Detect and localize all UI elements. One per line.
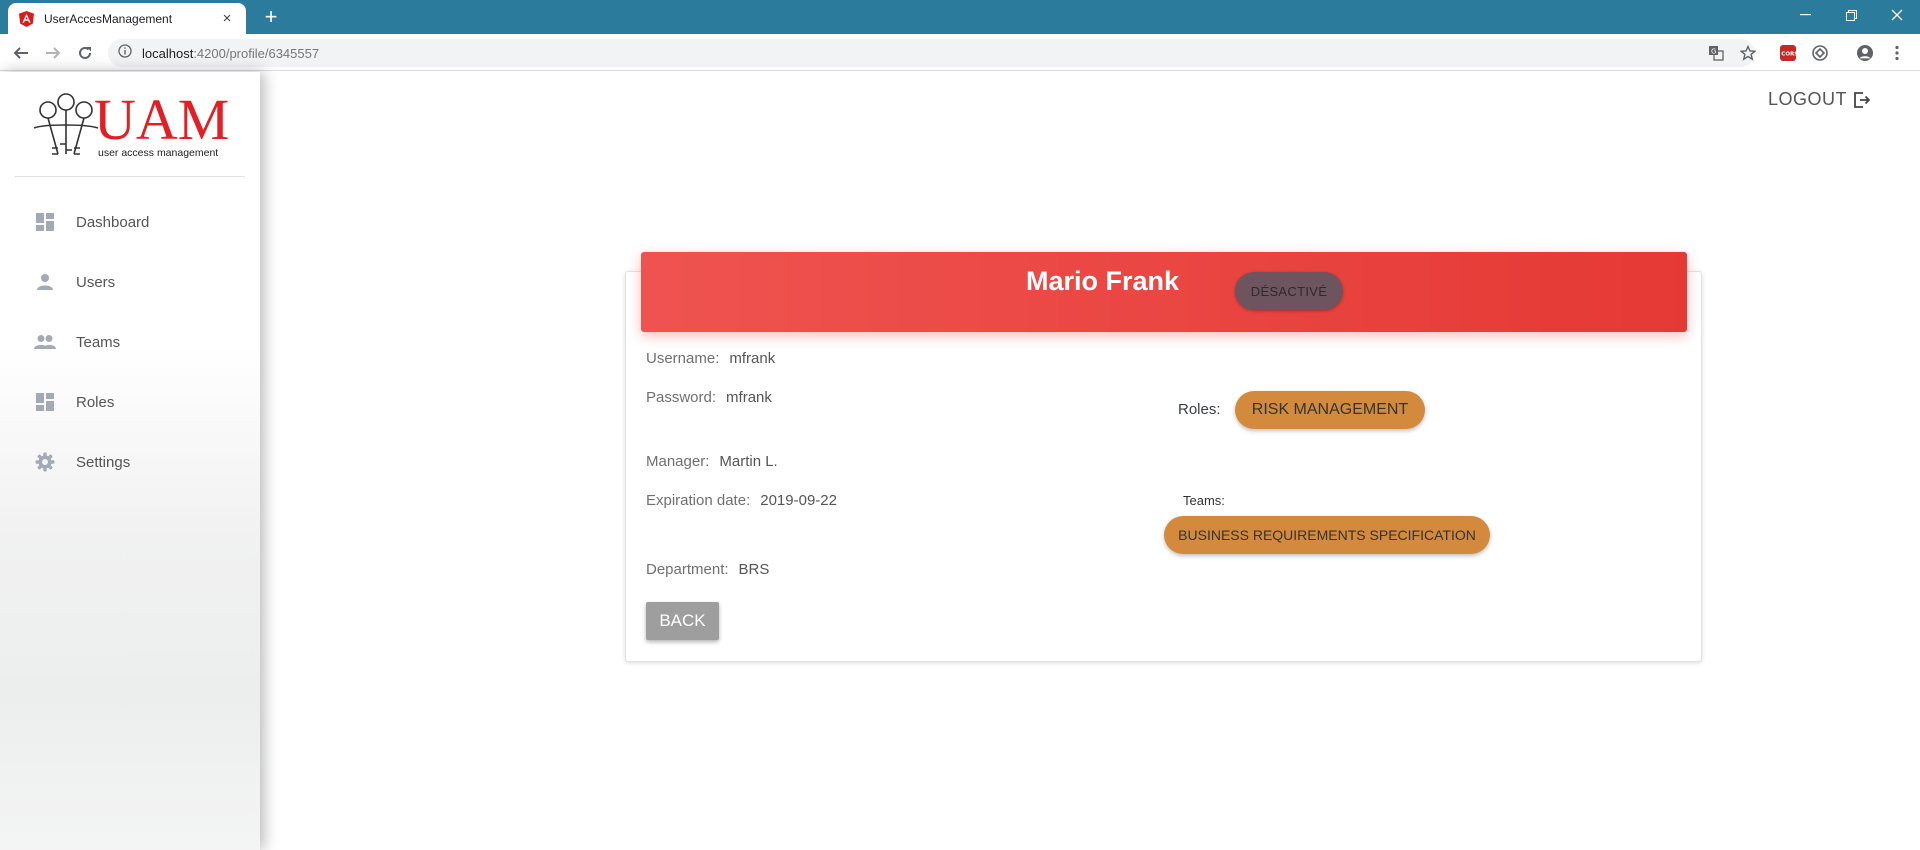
account-icon[interactable] <box>1854 42 1876 64</box>
sidebar-item-teams[interactable]: Teams <box>0 318 260 366</box>
minimize-icon[interactable] <box>1782 0 1828 30</box>
close-tab-icon[interactable]: × <box>218 10 236 27</box>
expiration-value: 2019-09-22 <box>760 492 837 509</box>
angular-icon <box>18 10 34 27</box>
forward-arrow-icon[interactable] <box>40 40 66 66</box>
info-icon[interactable] <box>118 43 132 63</box>
department-field: Department: BRS <box>646 561 769 578</box>
password-field: Password: mfrank <box>646 389 772 406</box>
sidebar-item-label: Users <box>76 273 116 291</box>
logout-icon <box>1853 91 1871 109</box>
sidebar-item-label: Roles <box>76 393 115 411</box>
people-icon <box>34 331 56 353</box>
teams-label: Teams: <box>1183 493 1225 508</box>
expiration-label: Expiration date: <box>646 492 751 509</box>
svg-text:user access management: user access management <box>98 147 218 159</box>
sidebar-item-label: Dashboard <box>76 213 150 231</box>
browser-toolbar: localhost:4200/profile/6345557 G CORS <box>0 34 1920 71</box>
sidebar-item-label: Settings <box>76 453 131 471</box>
close-window-icon[interactable] <box>1874 0 1920 30</box>
back-arrow-icon[interactable] <box>8 40 34 66</box>
department-label: Department: <box>646 561 729 578</box>
translate-icon[interactable]: G <box>1705 42 1727 64</box>
address-bar[interactable]: localhost:4200/profile/6345557 <box>108 39 1755 67</box>
team-chip[interactable]: BUSINESS REQUIREMENTS SPECIFICATION <box>1164 516 1490 554</box>
gear-icon <box>34 451 56 473</box>
sidebar-item-roles[interactable]: Roles <box>0 378 260 426</box>
back-button[interactable]: BACK <box>646 602 719 640</box>
uam-logo[interactable]: UAM user access management <box>28 87 238 160</box>
manager-field: Manager: Martin L. <box>646 453 778 470</box>
browser-tab-bar: UserAccesManagement × + <box>0 0 1920 34</box>
role-chip[interactable]: RISK MANAGEMENT <box>1235 391 1425 429</box>
svg-text:UAM: UAM <box>94 88 229 152</box>
password-label: Password: <box>646 389 717 406</box>
roles-label: Roles: <box>1178 401 1221 418</box>
dashboard-icon <box>34 391 56 413</box>
logout-label: LOGOUT <box>1768 89 1848 109</box>
sidebar-item-users[interactable]: Users <box>0 258 260 306</box>
sidebar-item-label: Teams <box>76 333 121 351</box>
status-badge: DÉSACTIVÉ <box>1235 272 1343 310</box>
extension-icon[interactable] <box>1809 42 1831 64</box>
username-value: mfrank <box>729 350 776 367</box>
dashboard-icon <box>34 211 56 233</box>
department-value: BRS <box>738 561 770 578</box>
sidebar-item-settings[interactable]: Settings <box>0 438 260 486</box>
cors-extension-icon[interactable]: CORS <box>1777 42 1799 64</box>
manager-value: Martin L. <box>719 453 778 470</box>
bookmark-star-icon[interactable] <box>1737 42 1759 64</box>
username-field: Username: mfrank <box>646 350 775 367</box>
sidebar-item-dashboard[interactable]: Dashboard <box>0 198 260 246</box>
url-text: localhost:4200/profile/6345557 <box>142 45 320 61</box>
expiration-field: Expiration date: 2019-09-22 <box>646 492 837 509</box>
reload-icon[interactable] <box>72 40 98 66</box>
browser-tab[interactable]: UserAccesManagement × <box>8 3 246 34</box>
new-tab-button[interactable]: + <box>258 4 284 30</box>
person-icon <box>34 271 56 293</box>
tab-title: UserAccesManagement <box>44 11 173 26</box>
sidebar: UAM user access management Dashboard Use… <box>0 72 260 850</box>
profile-name: Mario Frank <box>1026 266 1180 296</box>
manager-label: Manager: <box>646 453 710 470</box>
password-value: mfrank <box>726 389 772 406</box>
menu-kebab-icon[interactable] <box>1886 42 1908 64</box>
svg-text:G: G <box>1711 48 1716 56</box>
logo-divider <box>15 176 245 177</box>
restore-icon[interactable] <box>1828 0 1874 30</box>
username-label: Username: <box>646 350 720 367</box>
svg-text:CORS: CORS <box>1781 52 1797 58</box>
logout-button[interactable]: LOGOUT <box>1768 89 1871 110</box>
